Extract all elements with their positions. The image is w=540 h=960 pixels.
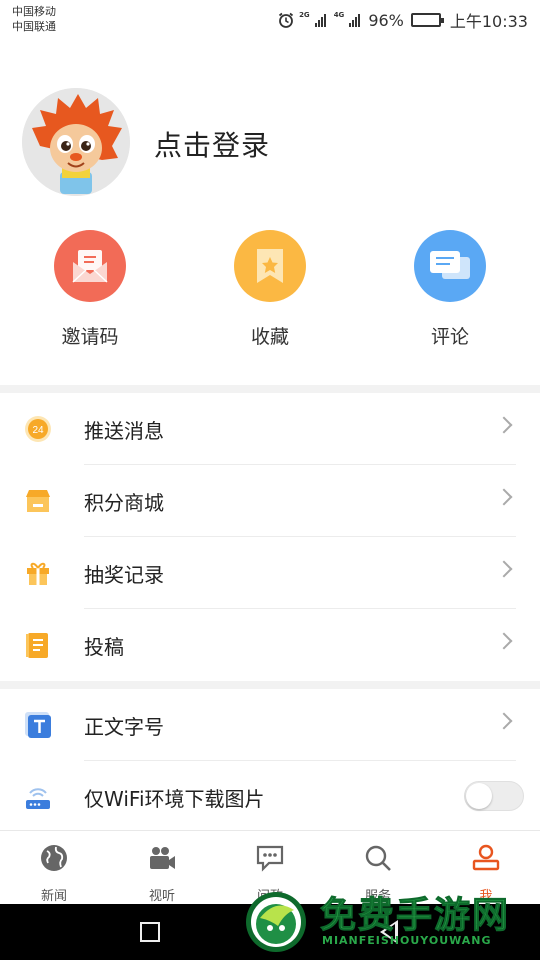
bookmark-icon — [257, 249, 283, 283]
menu-item-label: 正文字号 — [84, 715, 164, 739]
quick-action-comments[interactable]: 评论 — [395, 230, 505, 349]
signal-bars-2-icon — [349, 13, 361, 27]
menu-item-lottery-records[interactable]: 抽奖记录 — [0, 537, 540, 609]
quick-action-circle — [414, 230, 486, 302]
menu-item-label: 积分商城 — [84, 491, 164, 515]
chat-icon — [256, 845, 284, 872]
recent-apps-button[interactable] — [140, 922, 160, 942]
status-indicators: 2G 4G 96% 上午10:33 — [277, 8, 528, 32]
tab-news[interactable]: 新闻 — [14, 843, 94, 904]
document-icon — [26, 633, 48, 658]
watermark-subtitle: MIANFEISHOUYOUWANG — [322, 934, 492, 947]
quick-action-circle — [234, 230, 306, 302]
watermark-title: 免费手游网 — [319, 895, 511, 937]
section-divider — [0, 385, 540, 393]
menu-item-wifi-only-images: 仅WiFi环境下载图片 — [0, 761, 540, 833]
menu-item-label: 抽奖记录 — [84, 563, 164, 587]
envelope-icon — [72, 250, 108, 283]
menu-item-label: 推送消息 — [84, 419, 164, 443]
store-icon — [26, 490, 50, 512]
login-link[interactable]: 点击登录 — [154, 124, 270, 164]
tab-label: 视听 — [148, 889, 175, 904]
tab-label: 新闻 — [40, 889, 67, 904]
quick-action-label: 收藏 — [250, 326, 289, 348]
signal-bars-1-icon — [314, 13, 326, 27]
status-bar: 中国移动 中国联通 2G 4G 96% 上午10:33 — [0, 0, 540, 38]
menu-item-points-store[interactable]: 积分商城 — [0, 465, 540, 537]
carrier-info: 中国移动 中国联通 — [12, 4, 56, 34]
quick-action-label: 评论 — [430, 326, 469, 348]
network-type-2: 4G — [333, 11, 345, 19]
quick-action-favorites[interactable]: 收藏 — [215, 230, 325, 349]
chevron-right-icon — [495, 560, 513, 578]
battery-percent: 96% — [368, 10, 404, 30]
quick-action-circle — [54, 230, 126, 302]
battery-icon — [410, 13, 444, 27]
avatar[interactable] — [22, 88, 130, 196]
chat-bubble-icon — [430, 251, 470, 279]
font-size-icon — [25, 712, 51, 738]
tab-video[interactable]: 视听 — [122, 843, 202, 904]
lion-mascot-icon — [22, 88, 130, 196]
chevron-right-icon — [495, 712, 513, 730]
app-root: 中国移动 中国联通 2G 4G 96% 上午10:33 点击登录 邀请码 收藏 … — [0, 0, 540, 960]
globe-icon — [41, 845, 67, 871]
person-icon — [472, 844, 500, 871]
menu-item-label: 仅WiFi环境下载图片 — [84, 787, 265, 811]
section-divider — [0, 681, 540, 689]
wifi-router-icon — [26, 788, 50, 809]
alarm-icon — [279, 12, 294, 28]
gift-icon — [27, 562, 49, 585]
chevron-right-icon — [495, 488, 513, 506]
menu-item-label: 投稿 — [84, 635, 124, 659]
chevron-right-icon — [495, 632, 513, 650]
wifi-only-toggle[interactable] — [464, 781, 524, 811]
carrier-2: 中国联通 — [12, 20, 56, 33]
clock-24-icon: 24 — [25, 416, 51, 442]
clock: 上午10:33 — [449, 12, 528, 31]
menu-item-body-font-size[interactable]: 正文字号 — [0, 689, 540, 761]
watermark: 免费手游网 MIANFEISHOUYOUWANG — [244, 886, 540, 956]
toggle-knob — [466, 783, 492, 809]
carrier-1: 中国移动 — [12, 5, 56, 18]
menu-item-submit[interactable]: 投稿 — [0, 609, 540, 681]
quick-action-invite-code[interactable]: 邀请码 — [35, 230, 145, 349]
menu-item-push-messages[interactable]: 24 推送消息 — [0, 393, 540, 465]
chevron-right-icon — [495, 416, 513, 434]
svg-text:24: 24 — [32, 425, 44, 436]
search-icon — [365, 845, 391, 871]
video-camera-icon — [150, 847, 175, 869]
watermark-logo-icon — [246, 892, 306, 952]
network-type-1: 2G — [299, 11, 310, 19]
quick-action-label: 邀请码 — [61, 326, 119, 348]
